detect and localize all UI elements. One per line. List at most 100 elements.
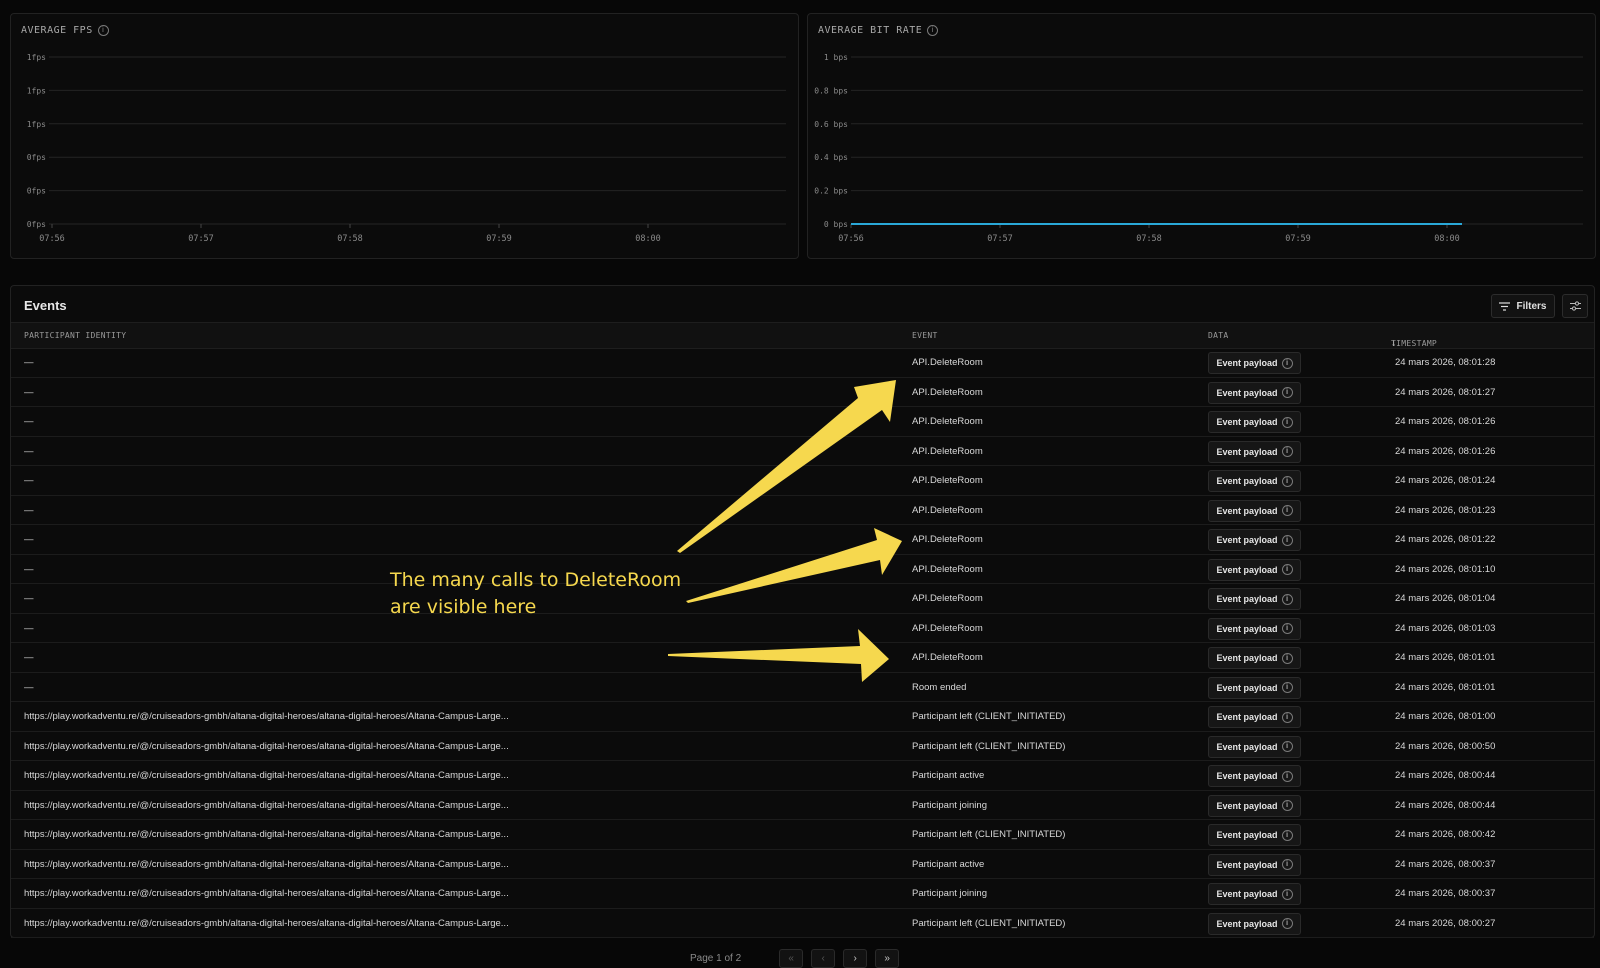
event-timestamp: 24 mars 2026, 08:01:26 (1395, 416, 1496, 427)
info-icon: i (1281, 888, 1293, 900)
table-row[interactable]: — Room ended Event payload i 24 mars 2026, 0… (11, 673, 1594, 702)
y-tick-label: 1fps (27, 120, 46, 129)
last-page-button[interactable]: » (875, 949, 900, 968)
event-payload-button[interactable]: Event payload i (1208, 529, 1301, 551)
event-payload-button[interactable]: Event payload i (1208, 470, 1301, 492)
event-payload-label: Event payload (1216, 446, 1278, 457)
column-timestamp: TIMESTAMP (1391, 339, 1438, 348)
event-payload-button[interactable]: Event payload i (1208, 853, 1301, 876)
x-tick-label: 07:59 (1285, 234, 1311, 244)
table-row[interactable]: https://play.workadventu.re/@/cruiseador… (11, 732, 1594, 761)
event-payload-button[interactable]: Event payload i (1208, 381, 1301, 404)
table-row[interactable]: — API.DeleteRoom Event payload i 24 mars 202… (11, 614, 1594, 643)
table-row[interactable]: — API.DeleteRoom Event payload i 24 mars 202… (11, 348, 1594, 378)
participant-identity: https://play.workadventu.re/@/cruiseador… (24, 770, 509, 781)
table-row[interactable]: https://play.workadventu.re/@/cruiseador… (11, 761, 1594, 791)
prev-page-button[interactable]: ‹ (811, 949, 836, 968)
table-row[interactable]: https://play.workadventu.re/@/cruiseador… (11, 879, 1594, 909)
event-payload-label: Event payload (1216, 417, 1278, 427)
event-name: API.DeleteRoom (912, 445, 983, 457)
y-tick-label: 0fps (27, 187, 46, 196)
annotation-line-1: The many calls to DeleteRoom (390, 569, 682, 591)
fps-chart-panel: AVERAGE FPS i 1fps 1fps 1fps 0fps 0fps 0fps 07… (10, 13, 799, 259)
event-name: Participant joining (912, 799, 987, 811)
event-payload-button[interactable]: Event payload i (1208, 617, 1301, 640)
event-name: Participant active (912, 770, 985, 781)
event-payload-button[interactable]: Event payload i (1208, 411, 1301, 433)
table-row[interactable]: — API.DeleteRoom Event payload i 24 mars 202… (11, 584, 1594, 614)
column-participant-identity[interactable]: PARTICIPANT IDENTITY (24, 331, 126, 340)
table-row[interactable]: https://play.workadventu.re/@/cruiseador… (11, 909, 1594, 938)
table-row[interactable]: — API.DeleteRoom Event payload i 24 mars 202… (11, 525, 1594, 555)
table-row[interactable]: — API.DeleteRoom Event payload i 24 mars 202… (11, 496, 1594, 525)
next-page-button[interactable]: › (843, 949, 868, 968)
participant-identity: https://play.workadventu.re/@/cruiseador… (24, 917, 509, 929)
event-name: API.DeleteRoom (912, 652, 983, 663)
event-name: Participant left (CLIENT_INITIATED) (912, 711, 1066, 722)
event-payload-button[interactable]: Event payload i (1208, 735, 1301, 758)
x-tick-label: 07:56 (39, 234, 65, 244)
y-tick-label: 0 bps (824, 220, 848, 229)
event-name: Participant active (912, 858, 985, 870)
events-panel: Events Filters PARTICIPANT IDENTITY EVEN… (10, 285, 1595, 938)
participant-identity: — (24, 386, 34, 398)
event-timestamp: 24 mars 2026, 08:00:37 (1395, 858, 1496, 870)
table-row[interactable]: https://play.workadventu.re/@/cruiseador… (11, 702, 1594, 732)
event-payload-label: Event payload (1216, 771, 1278, 781)
event-payload-button[interactable]: Event payload i (1208, 912, 1301, 935)
event-timestamp: 24 mars 2026, 08:01:00 (1395, 711, 1496, 722)
y-tick-label: 0fps (27, 153, 46, 162)
event-payload-label: Event payload (1216, 682, 1278, 693)
table-row[interactable]: https://play.workadventu.re/@/cruiseador… (11, 820, 1594, 850)
participant-identity: https://play.workadventu.re/@/cruiseador… (24, 799, 509, 811)
info-icon: i (1281, 505, 1293, 516)
y-tick-label: 1fps (27, 86, 46, 95)
filters-button[interactable]: Filters (1491, 294, 1555, 318)
info-icon: i (1281, 770, 1293, 782)
y-tick-label: 1 bps (824, 53, 848, 62)
event-payload-button[interactable]: Event payload i (1208, 588, 1301, 610)
event-timestamp: 24 mars 2026, 08:01:10 (1395, 563, 1496, 575)
table-row[interactable]: — API.DeleteRoom Event payload i 24 mars 202… (11, 437, 1594, 466)
table-row[interactable]: https://play.workadventu.re/@/cruiseador… (11, 850, 1594, 879)
event-name: API.DeleteRoom (912, 357, 983, 368)
table-row[interactable]: — API.DeleteRoom Event payload i 24 mars 202… (11, 643, 1594, 673)
event-payload-button[interactable]: Event payload i (1208, 647, 1301, 669)
column-settings-button[interactable] (1562, 294, 1588, 318)
event-payload-button[interactable]: Event payload i (1208, 765, 1301, 787)
column-data[interactable]: DATA (1208, 331, 1228, 340)
event-payload-button[interactable]: Event payload i (1208, 499, 1301, 522)
info-icon: i (1281, 829, 1293, 841)
event-payload-button[interactable]: Event payload i (1208, 794, 1301, 817)
event-name: API.DeleteRoom (912, 622, 983, 634)
event-timestamp: 24 mars 2026, 08:00:42 (1395, 829, 1496, 840)
event-payload-button[interactable]: Event payload i (1208, 824, 1301, 846)
event-name: Participant left (CLIENT_INITIATED) (912, 740, 1066, 752)
event-payload-button[interactable]: Event payload i (1208, 352, 1301, 374)
sliders-icon (1569, 301, 1581, 311)
events-title: Events (24, 298, 67, 313)
event-payload-button[interactable]: Event payload i (1208, 883, 1301, 905)
info-icon: i (1281, 711, 1293, 723)
y-tick-label: 0fps (27, 220, 46, 229)
event-payload-button[interactable]: Event payload i (1208, 558, 1301, 581)
table-row[interactable]: https://play.workadventu.re/@/cruiseador… (11, 791, 1594, 820)
x-tick-label: 07:57 (987, 234, 1013, 244)
x-tick-label: 07:57 (188, 234, 214, 244)
info-icon: i (1281, 475, 1293, 487)
event-payload-button[interactable]: Event payload i (1208, 706, 1301, 728)
event-timestamp: 24 mars 2026, 08:01:03 (1395, 622, 1496, 634)
event-payload-button[interactable]: Event payload i (1208, 676, 1301, 699)
table-row[interactable]: — API.DeleteRoom Event payload i 24 mars 202… (11, 378, 1594, 407)
table-row[interactable]: — API.DeleteRoom Event payload i 24 mars 202… (11, 466, 1594, 496)
event-payload-button[interactable]: Event payload i (1208, 440, 1301, 463)
table-row[interactable]: — API.DeleteRoom Event payload i 24 mars 202… (11, 555, 1594, 584)
table-row[interactable]: — API.DeleteRoom Event payload i 24 mars 202… (11, 407, 1594, 437)
events-table-body: — API.DeleteRoom Event payload i 24 mars 202… (11, 348, 1594, 938)
pagination: Page 1 of 2 « ‹ › » (690, 949, 900, 968)
first-page-button[interactable]: « (779, 949, 804, 968)
column-event[interactable]: EVENT (912, 331, 938, 340)
event-timestamp: 24 mars 2026, 08:01:23 (1395, 504, 1496, 516)
filter-icon (1499, 301, 1511, 311)
participant-identity: — (24, 504, 34, 516)
